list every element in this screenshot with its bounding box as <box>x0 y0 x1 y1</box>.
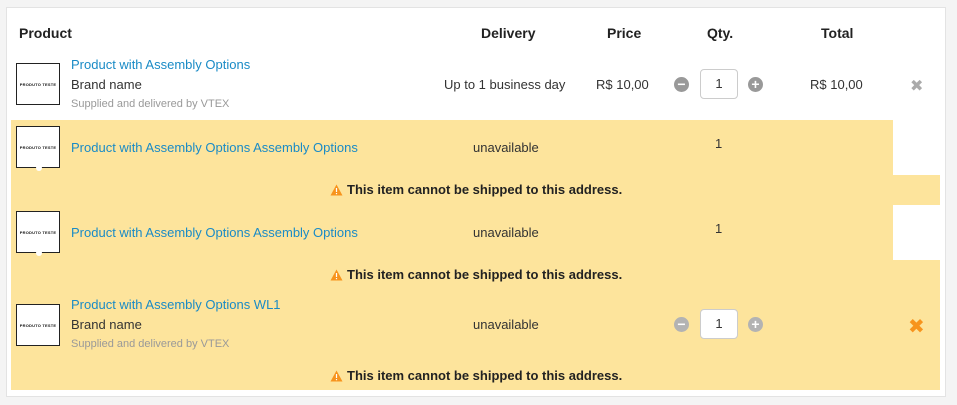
header-delivery: Delivery <box>481 25 536 41</box>
quantity-value: 1 <box>715 221 723 236</box>
header-qty: Qty. <box>707 25 734 41</box>
quantity-value: 1 <box>715 136 723 151</box>
thumbnail-notch <box>36 165 42 171</box>
warning-text: This item cannot be shipped to this addr… <box>347 368 623 383</box>
close-icon[interactable]: ✖ <box>910 76 923 96</box>
plus-circle-icon[interactable]: + <box>748 317 763 332</box>
product-thumbnail[interactable]: PRODUTO TESTE <box>16 211 60 256</box>
shipping-warning: This item cannot be shipped to this addr… <box>330 267 622 282</box>
quantity-input[interactable]: 1 <box>700 69 738 99</box>
product-thumbnail[interactable]: PRODUTO TESTE <box>16 63 60 105</box>
delivery-estimate: unavailable <box>473 140 539 155</box>
thumbnail-text: PRODUTO TESTE <box>19 322 57 328</box>
product-name-link[interactable]: Product with Assembly Options <box>71 57 250 72</box>
product-brand: Brand name <box>71 77 142 92</box>
delivery-estimate: unavailable <box>473 317 539 332</box>
product-seller: Supplied and delivered by VTEX <box>71 338 230 350</box>
minus-circle-icon[interactable]: − <box>674 317 689 332</box>
product-thumbnail[interactable]: PRODUTO TESTE <box>16 304 60 346</box>
close-icon[interactable]: ✖ <box>908 314 925 339</box>
thumbnail-text: PRODUTO TESTE <box>19 81 57 87</box>
header-product: Product <box>19 25 72 41</box>
delivery-estimate: unavailable <box>473 225 539 240</box>
product-brand: Brand name <box>71 317 142 332</box>
unit-price: R$ 10,00 <box>596 77 649 92</box>
plus-circle-icon[interactable]: + <box>748 77 763 92</box>
product-seller: Supplied and delivered by VTEX <box>71 98 230 110</box>
item-total: R$ 10,00 <box>810 77 863 92</box>
minus-circle-icon[interactable]: − <box>674 77 689 92</box>
product-name-link[interactable]: Product with Assembly Options WL1 <box>71 297 281 312</box>
delivery-estimate: Up to 1 business day <box>444 77 566 92</box>
thumbnail-text: PRODUTO TESTE <box>19 144 57 150</box>
header-total: Total <box>821 25 854 41</box>
warning-triangle-icon <box>330 370 343 381</box>
warning-text: This item cannot be shipped to this addr… <box>347 267 623 282</box>
thumbnail-notch <box>36 250 42 256</box>
warning-text: This item cannot be shipped to this addr… <box>347 182 623 197</box>
shipping-warning: This item cannot be shipped to this addr… <box>330 182 622 197</box>
product-thumbnail[interactable]: PRODUTO TESTE <box>16 126 60 171</box>
warning-triangle-icon <box>330 184 343 195</box>
warning-triangle-icon <box>330 269 343 280</box>
header-price: Price <box>607 25 642 41</box>
shipping-warning: This item cannot be shipped to this addr… <box>330 368 622 383</box>
product-name-link[interactable]: Product with Assembly Options Assembly O… <box>71 140 358 155</box>
quantity-input[interactable]: 1 <box>700 309 738 339</box>
thumbnail-text: PRODUTO TESTE <box>19 229 57 235</box>
product-name-link[interactable]: Product with Assembly Options Assembly O… <box>71 225 358 240</box>
